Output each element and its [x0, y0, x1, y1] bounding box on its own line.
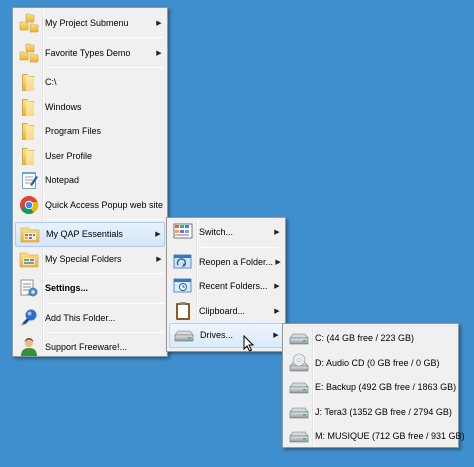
- submenu-arrow-icon: ▶: [156, 19, 162, 27]
- menu-separator: [47, 332, 163, 333]
- menu-item-label: Switch...: [199, 227, 234, 238]
- menu-item-settings[interactable]: Settings...: [15, 276, 165, 301]
- hard-drive-icon: [288, 376, 310, 398]
- submenu-arrow-icon: ▶: [275, 258, 281, 266]
- menu-item-my-project-submenu[interactable]: My Project Submenu ▶: [15, 10, 165, 35]
- menu-separator: [47, 67, 163, 68]
- menu-item-label: My Project Submenu: [45, 17, 129, 28]
- menu-item-label: User Profile: [45, 150, 93, 161]
- menu-separator: [47, 37, 163, 38]
- folder-icon: [18, 120, 40, 142]
- menu-item-label: D: Audio CD (0 GB free / 0 GB): [315, 357, 440, 368]
- menu-separator: [201, 246, 281, 248]
- menu-item-label: Program Files: [45, 126, 102, 137]
- submenu-arrow-icon: ▶: [273, 332, 279, 340]
- folder-icon: [18, 145, 40, 167]
- main-popup-menu: My Project Submenu ▶ Favorite Types Demo…: [12, 7, 168, 357]
- folder-icon: [18, 71, 40, 93]
- menu-item-label: Reopen a Folder...: [199, 256, 274, 267]
- menu-item-label: Clipboard...: [199, 305, 246, 316]
- pushpin-icon: [18, 307, 40, 329]
- hard-drive-icon: [288, 425, 310, 447]
- folder-icon: [18, 96, 40, 118]
- menu-item-favorite-types-demo[interactable]: Favorite Types Demo ▶: [15, 40, 165, 65]
- menu-item-label: J: Tera3 (1352 GB free / 2794 GB): [315, 406, 452, 417]
- hard-drive-icon: [288, 327, 310, 349]
- drive-icon: [173, 324, 195, 346]
- menu-item-windows[interactable]: Windows: [15, 95, 165, 120]
- menu-item-my-special-folders[interactable]: My Special Folders ▶: [15, 247, 165, 272]
- menu-item-label: Settings...: [45, 283, 89, 294]
- menu-item-my-qap-essentials[interactable]: My QAP Essentials ▶: [15, 222, 165, 247]
- menu-item-label: Notepad: [45, 175, 80, 186]
- folder-apps-icon: [19, 223, 41, 245]
- menu-item-label: Windows: [45, 101, 82, 112]
- menu-item-program-files[interactable]: Program Files: [15, 119, 165, 144]
- submenu-arrow-icon: ▶: [274, 229, 280, 237]
- menu-item-add-this-folder[interactable]: Add This Folder...: [15, 306, 165, 331]
- menu-item-label: My QAP Essentials: [46, 229, 123, 240]
- qap-essentials-submenu: Switch... ▶ Reopen a Folder... ▶ Recent …: [166, 217, 286, 352]
- menu-item-label: My Special Folders: [45, 253, 122, 264]
- hard-drive-icon: [288, 401, 310, 423]
- menu-separator: [47, 219, 163, 220]
- folder-submenu-icon: [18, 12, 40, 34]
- menu-item-label: Quick Access Popup web site: [45, 199, 164, 210]
- menu-item-drive-m[interactable]: M: MUSIQUE (712 GB free / 931 GB): [285, 424, 465, 449]
- switch-windows-icon: [172, 221, 194, 243]
- settings-icon: [18, 277, 40, 299]
- menu-item-drive-j[interactable]: J: Tera3 (1352 GB free / 2794 GB): [285, 400, 456, 425]
- recent-folders-icon: [172, 275, 194, 297]
- menu-item-notepad[interactable]: Notepad: [15, 168, 165, 193]
- menu-item-drive-e[interactable]: E: Backup (492 GB free / 1863 GB): [285, 375, 456, 400]
- menu-item-label: Drives...: [200, 330, 234, 341]
- menu-item-label: Favorite Types Demo: [45, 47, 131, 58]
- menu-item-recent-folders[interactable]: Recent Folders... ▶: [169, 274, 283, 299]
- menu-item-label: Support Freeware!...: [45, 342, 128, 353]
- folder-special-icon: [18, 248, 40, 270]
- submenu-arrow-icon: ▶: [156, 49, 162, 57]
- drives-submenu: C: (44 GB free / 223 GB) D: Audio CD (0 …: [282, 323, 465, 449]
- menu-item-drive-c[interactable]: C: (44 GB free / 223 GB): [285, 326, 456, 351]
- submenu-arrow-icon: ▶: [274, 307, 280, 315]
- menu-item-c-drive[interactable]: C:\: [15, 70, 165, 95]
- menu-item-clipboard[interactable]: Clipboard... ▶: [169, 299, 283, 324]
- folder-submenu-icon: [18, 42, 40, 64]
- menu-item-label: M: MUSIQUE (712 GB free / 931 GB): [315, 431, 465, 442]
- user-support-icon: [18, 336, 40, 358]
- menu-item-label: Recent Folders...: [199, 281, 268, 292]
- menu-item-label: Add This Folder...: [45, 312, 116, 323]
- menu-item-qap-website[interactable]: Quick Access Popup web site: [15, 193, 165, 218]
- menu-item-drive-d[interactable]: D: Audio CD (0 GB free / 0 GB): [285, 351, 456, 376]
- menu-separator: [47, 273, 163, 274]
- menu-item-label: C: (44 GB free / 223 GB): [315, 333, 415, 344]
- menu-item-reopen-folder[interactable]: Reopen a Folder... ▶: [169, 250, 283, 275]
- menu-item-support-freeware[interactable]: Support Freeware!...: [15, 335, 165, 360]
- menu-item-label: E: Backup (492 GB free / 1863 GB): [315, 382, 457, 393]
- submenu-arrow-icon: ▶: [155, 231, 161, 239]
- cd-drive-icon: [288, 352, 310, 374]
- clipboard-icon: [172, 300, 194, 322]
- menu-item-user-profile[interactable]: User Profile: [15, 144, 165, 169]
- chrome-icon: [18, 194, 40, 216]
- submenu-arrow-icon: ▶: [274, 283, 280, 291]
- menu-item-switch[interactable]: Switch... ▶: [169, 220, 283, 245]
- mouse-cursor-icon: [243, 335, 255, 352]
- menu-item-drives[interactable]: Drives... ▶: [169, 323, 283, 348]
- menu-item-label: C:\: [45, 77, 57, 88]
- submenu-arrow-icon: ▶: [156, 255, 162, 263]
- menu-separator: [47, 302, 163, 304]
- notepad-icon: [18, 169, 40, 191]
- reopen-folder-icon: [172, 251, 194, 273]
